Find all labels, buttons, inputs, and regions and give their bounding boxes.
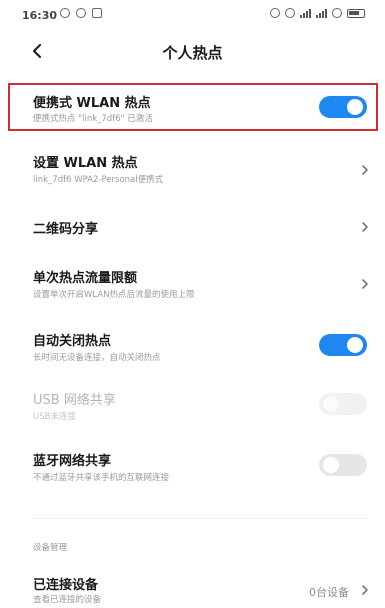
row-subtitle: 便携式热点 "link_7df6" 已激活 bbox=[33, 114, 153, 124]
row-qr-share[interactable]: 二维码分享 bbox=[0, 212, 385, 242]
message-icon bbox=[92, 8, 102, 18]
row-subtitle: 不通过蓝牙共享该手机的互联网连接 bbox=[33, 473, 170, 483]
row-subtitle: 设置单次开启WLAN热点后流量的使用上限 bbox=[33, 290, 195, 300]
page-title: 个人热点 bbox=[162, 44, 223, 62]
row-auto-off[interactable]: 自动关闭热点 长时间无设备连接，自动关闭热点 bbox=[0, 326, 385, 370]
toggle-knob bbox=[347, 337, 363, 353]
status-left-icons bbox=[60, 8, 102, 18]
row-subtitle: USB未连接 bbox=[33, 412, 76, 422]
chevron-right-icon bbox=[359, 583, 371, 597]
row-subtitle: 长时间无设备连接，自动关闭热点 bbox=[33, 353, 161, 363]
row-title: 自动关闭热点 bbox=[33, 334, 112, 349]
notification-icon bbox=[76, 8, 86, 18]
signal-icon bbox=[300, 8, 311, 18]
row-title: 单次热点流量限额 bbox=[33, 271, 138, 286]
row-data-limit[interactable]: 单次热点流量限额 设置单次开启WLAN热点后流量的使用上限 bbox=[0, 263, 385, 307]
row-title: 便携式 WLAN 热点 bbox=[33, 96, 151, 111]
row-bt-tether[interactable]: 蓝牙网络共享 不通过蓝牙共享该手机的互联网连接 bbox=[0, 446, 385, 490]
auto-off-toggle[interactable] bbox=[319, 334, 367, 356]
toggle-knob bbox=[323, 396, 339, 412]
bt-tether-toggle[interactable] bbox=[319, 454, 367, 476]
status-right-icons bbox=[270, 8, 365, 18]
status-time: 16:30 bbox=[22, 9, 58, 22]
row-title: 二维码分享 bbox=[33, 222, 99, 237]
section-label: 设备管理 bbox=[33, 543, 68, 553]
signal-icon-2 bbox=[316, 8, 327, 18]
screen: 16:30 个人热点 便携式 WLAN 热点 便携式热点 "link_7df6"… bbox=[0, 0, 385, 608]
row-connected-devices[interactable]: 已连接设备 查看已连接的设备 0台设备 bbox=[0, 570, 385, 608]
alarm-icon bbox=[60, 8, 70, 18]
row-title: 蓝牙网络共享 bbox=[33, 454, 112, 469]
row-title: 已连接设备 bbox=[33, 578, 99, 593]
battery-icon bbox=[347, 8, 365, 18]
chevron-right-icon bbox=[359, 220, 371, 234]
row-title: USB 网络共享 bbox=[33, 393, 116, 408]
devices-count: 0台设备 bbox=[309, 586, 349, 599]
toggle-knob bbox=[347, 99, 363, 115]
row-subtitle: 查看已连接的设备 bbox=[33, 595, 102, 605]
hotspot-status-icon bbox=[270, 8, 280, 18]
row-portable-wlan[interactable]: 便携式 WLAN 热点 便携式热点 "link_7df6" 已激活 bbox=[0, 86, 385, 128]
row-setup-wlan[interactable]: 设置 WLAN 热点 link_7df6 WPA2-Personal便携式 bbox=[0, 148, 385, 192]
chevron-right-icon bbox=[359, 277, 371, 291]
bluetooth-icon bbox=[285, 8, 295, 18]
status-bar: 16:30 bbox=[0, 0, 385, 30]
portable-wlan-toggle[interactable] bbox=[319, 96, 367, 118]
usb-tether-toggle bbox=[319, 393, 367, 415]
toggle-knob bbox=[323, 457, 339, 473]
row-title: 设置 WLAN 热点 bbox=[33, 156, 138, 171]
wifi-icon bbox=[332, 8, 342, 18]
row-usb-tether: USB 网络共享 USB未连接 bbox=[0, 385, 385, 429]
title-bar: 个人热点 bbox=[0, 36, 385, 66]
section-divider bbox=[33, 518, 368, 519]
row-subtitle: link_7df6 WPA2-Personal便携式 bbox=[33, 175, 164, 185]
chevron-right-icon bbox=[359, 163, 371, 177]
